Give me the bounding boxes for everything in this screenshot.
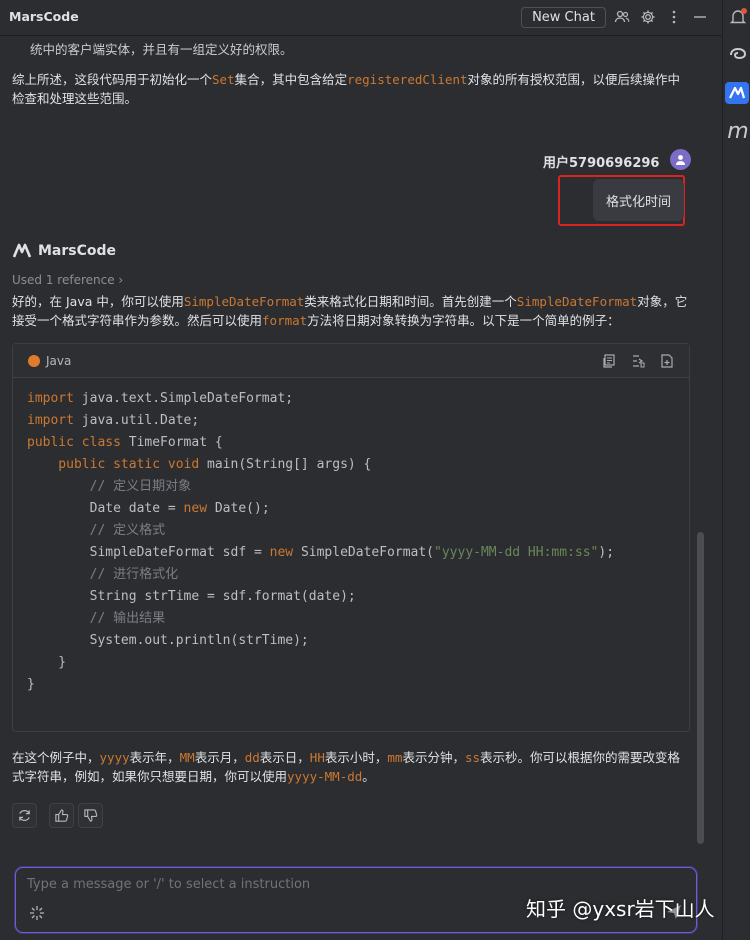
reference-link[interactable]: Used 1 reference ›: [12, 273, 123, 287]
inline-code: format: [262, 313, 308, 328]
right-tool-rail: m: [722, 0, 750, 940]
copy-icon[interactable]: [601, 353, 617, 369]
new-chat-button[interactable]: New Chat: [521, 7, 606, 28]
java-icon: [28, 355, 40, 367]
regenerate-button[interactable]: [12, 803, 37, 828]
gear-icon[interactable]: [639, 8, 657, 26]
bot-outro-text: 在这个例子中，yyyy表示年，MM表示月，dd表示日，HH表示小时，mm表示分钟…: [12, 750, 681, 784]
top-bar: MarsCode New Chat: [0, 0, 722, 36]
bot-intro-text: 好的，在 Java 中，你可以使用SimpleDateFormat类来格式化日期…: [12, 294, 688, 328]
input-placeholder: Type a message or '/' to select a instru…: [27, 877, 311, 892]
new-file-icon[interactable]: [659, 353, 675, 369]
swirl-icon[interactable]: [727, 44, 749, 66]
code-content[interactable]: import java.text.SimpleDateFormat; import…: [27, 388, 614, 696]
thumbs-down-button[interactable]: [78, 803, 103, 828]
insert-code-icon[interactable]: [630, 353, 646, 369]
previous-message-text: 统中的客户端实体，并且有一组定义好的权限。: [30, 42, 293, 57]
bot-name: MarsCode: [38, 243, 117, 259]
sparkle-icon[interactable]: [29, 905, 45, 921]
m-icon[interactable]: m: [727, 119, 749, 144]
users-icon[interactable]: [613, 8, 631, 26]
thumbs-down-icon: [84, 809, 98, 822]
thumbs-up-icon: [55, 809, 69, 822]
user-icon: [676, 155, 685, 165]
code-block-header: Java: [13, 344, 689, 378]
thumbs-up-button[interactable]: [49, 803, 74, 828]
marscode-logo-icon: [12, 243, 32, 258]
more-vertical-icon[interactable]: [665, 8, 683, 26]
app-title: MarsCode: [9, 9, 79, 24]
inline-code: Set: [212, 72, 235, 87]
user-name: 用户5790696296: [543, 156, 660, 171]
user-message-bubble: 格式化时间: [593, 179, 684, 221]
marscode-icon[interactable]: [725, 82, 749, 104]
watermark: 知乎 @yxsr岩下山人: [526, 897, 715, 921]
avatar: [670, 149, 691, 170]
bell-icon[interactable]: [727, 6, 749, 28]
code-block: Java import java.text.SimpleDateFormat; i…: [12, 343, 690, 732]
inline-code: registeredClient: [347, 72, 468, 87]
inline-code: SimpleDateFormat: [516, 294, 638, 309]
chat-scrollbar[interactable]: [697, 532, 704, 844]
refresh-icon: [19, 810, 30, 821]
code-language: Java: [46, 354, 72, 368]
inline-code: SimpleDateFormat: [183, 294, 305, 309]
previous-summary: 综上所述，这段代码用于初始化一个Set集合，其中包含给定registeredCl…: [12, 72, 681, 106]
minimize-icon[interactable]: [691, 8, 709, 26]
